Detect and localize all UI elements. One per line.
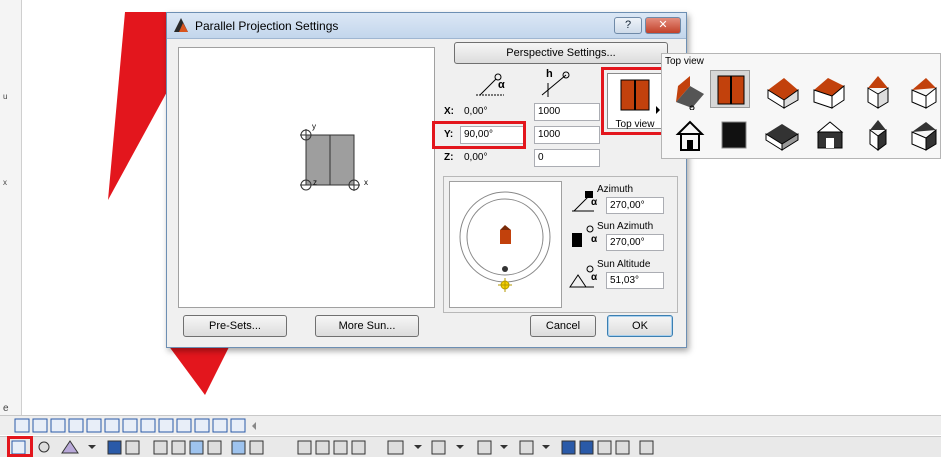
sun-panel: Azimuth α 270,00° Sun Azimuth α 270,00° … [443,176,678,313]
x-angle-field[interactable]: 0,00° [460,103,526,121]
y-value-field[interactable]: 1000 [534,126,600,144]
alpha-label: α [591,272,598,283]
house-below-corner-icon[interactable] [858,116,898,154]
perspective-settings-button[interactable]: Perspective Settings... [454,42,668,64]
house-front-left-icon[interactable] [762,72,802,110]
sun-altitude-label: Sun Altitude [597,259,651,270]
parallel-projection-dialog: Parallel Projection Settings ? ✕ y x z P… [166,12,687,348]
z-value-field[interactable]: 0 [534,149,600,167]
ruler-glyph: e [3,403,9,414]
archicad-icon [174,18,188,32]
z-label: Z: [444,152,454,163]
azimuth-field[interactable]: 270,00° [606,197,664,214]
palette-title: Top view [665,56,704,67]
x-value-field[interactable]: 1000 [534,103,600,121]
more-sun-button[interactable]: More Sun... [315,315,419,337]
sun-altitude-field[interactable]: 51,03° [606,272,664,289]
alpha-label: α [591,197,598,208]
help-button[interactable]: ? [614,17,642,34]
left-ruler: u x e [0,0,22,415]
axis-z-label: z [313,178,317,187]
navigation-toolbar-icons [14,418,256,433]
axonometric-view-icon[interactable] [670,72,710,111]
top-view-icon[interactable] [710,70,750,108]
height-distance-icon [541,71,570,97]
view-palette: Top view [661,53,941,159]
alpha-label: α [591,234,598,245]
ok-button[interactable]: OK [607,315,673,337]
house-elevation-icon[interactable] [670,116,710,154]
house-front-right-icon[interactable] [810,72,850,110]
navigation-toolbar [0,415,941,435]
alpha-label: α [498,79,505,91]
sun-orbit-drawing [459,191,551,292]
main-toolbar [0,436,941,457]
view-selector-highlight [601,67,668,135]
h-label: h [546,68,553,80]
ruler-glyph: x [3,178,7,187]
plan-preview-drawing [300,129,360,191]
main-toolbar-icons [11,440,654,455]
dialog-titlebar[interactable]: Parallel Projection Settings ? ✕ [167,13,686,39]
bottom-view-icon[interactable] [714,116,754,154]
presets-button[interactable]: Pre-Sets... [183,315,287,337]
x-label: X: [444,106,454,117]
projection-preview[interactable]: y x z [178,47,435,308]
azimuth-label: Azimuth [597,184,634,195]
house-below-left-icon[interactable] [762,116,802,154]
ruler-glyph: u [3,92,8,101]
sun-azimuth-field[interactable]: 270,00° [606,234,664,251]
axis-y-label: y [312,122,316,131]
house-corner-icon[interactable] [858,72,898,110]
axis-x-label: x [364,178,368,187]
sun-azimuth-label: Sun Azimuth [597,221,654,232]
sun-position-control[interactable] [449,181,562,308]
house-right-icon[interactable] [906,72,941,110]
cancel-button[interactable]: Cancel [530,315,596,337]
y-row-highlight [432,121,526,149]
z-angle-field[interactable]: 0,00° [460,149,526,167]
dialog-title: Parallel Projection Settings [195,19,339,33]
arrow-tool-highlight [7,436,33,457]
house-below-front-icon[interactable] [810,116,850,154]
close-button[interactable]: ✕ [645,17,681,34]
house-below-right-icon[interactable] [906,116,941,154]
